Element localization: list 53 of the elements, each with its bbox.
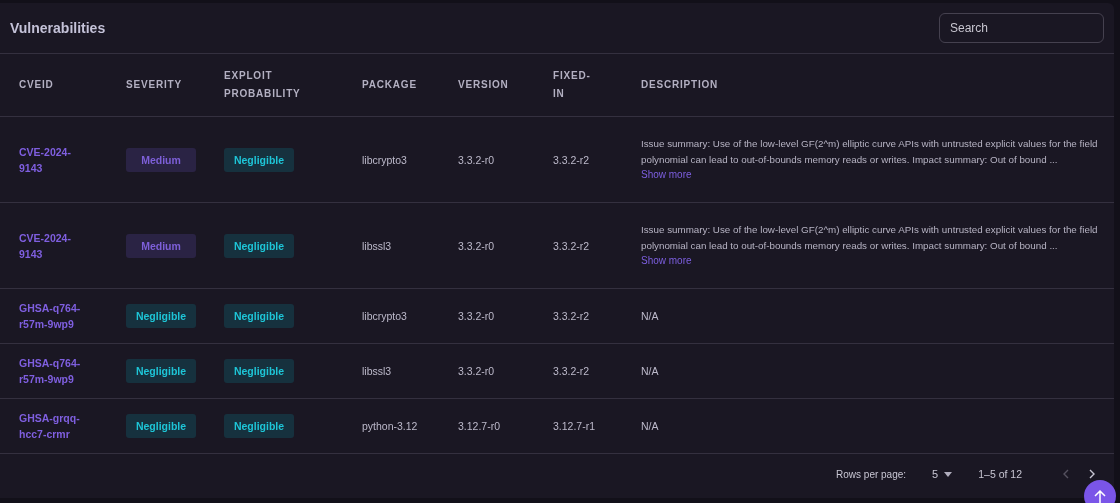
column-header: DESCRIPTION <box>641 78 719 92</box>
rows-per-page-select[interactable]: 5 <box>932 468 953 480</box>
table-cell: python-3.12 <box>362 420 418 432</box>
probability-badge: Negligible <box>224 359 294 383</box>
table-cell: 3.3.2-r0 <box>458 239 495 252</box>
table-cell: 3.12.7-r0 <box>458 420 501 432</box>
table-cell: libcrypto3 <box>362 310 407 322</box>
column-header: EXPLOIT PROBABILITY <box>224 69 302 101</box>
rows-per-page-label: Rows per page: <box>836 468 907 480</box>
severity-badge: Negligible <box>126 414 196 438</box>
show-more-link[interactable]: Show more <box>641 167 692 183</box>
cve-link[interactable]: GHSA-q764-r57m-9wp9 <box>19 300 94 332</box>
severity-badge: Negligible <box>126 304 196 328</box>
probability-badge: Negligible <box>224 304 294 328</box>
table-cell: 3.3.2-r2 <box>553 239 590 252</box>
severity-badge: Medium <box>126 147 196 172</box>
severity-badge: Negligible <box>126 359 196 383</box>
cve-link[interactable]: GHSA-q764-r57m-9wp9 <box>19 355 94 387</box>
table-cell: libssl3 <box>362 239 392 252</box>
description-text: Issue summary: Use of the low-level GF(2^m) elliptic curve APIs with untrusted explicit values for the field polynomial can lead to out-of-bounds memory reads or writes. Impact summary: Out of bound ... <box>641 223 1099 253</box>
table-cell: 3.3.2-r0 <box>458 310 495 322</box>
probability-badge: Negligible <box>224 233 294 258</box>
table-cell: 3.3.2-r0 <box>458 153 495 166</box>
next-page-icon[interactable] <box>1088 469 1096 479</box>
probability-badge: Negligible <box>224 147 294 172</box>
page-range: 1–5 of 12 <box>978 468 1022 480</box>
scroll-top-button[interactable] <box>1084 480 1116 503</box>
cve-link[interactable]: GHSA-grqq-hcc7-crmr <box>19 410 94 442</box>
arrow-up-icon <box>1094 489 1106 503</box>
show-more-link[interactable]: Show more <box>641 253 692 269</box>
description-text: Issue summary: Use of the low-level GF(2^m) elliptic curve APIs with untrusted explicit values for the field polynomial can lead to out-of-bounds memory reads or writes. Impact summary: Out of bound ... <box>641 137 1099 167</box>
dropdown-caret-icon <box>944 471 953 477</box>
severity-badge: Medium <box>126 233 196 258</box>
column-header: CVEID <box>19 78 54 92</box>
table-cell: N/A <box>641 420 659 432</box>
cve-link[interactable]: CVE-2024-9143 <box>19 229 94 262</box>
column-header: VERSION <box>458 78 509 92</box>
table-cell: 3.3.2-r2 <box>553 153 590 166</box>
table-cell: 3.3.2-r2 <box>553 310 590 322</box>
column-header: FIXED-IN <box>553 69 592 101</box>
table-cell: libssl3 <box>362 365 392 377</box>
table-cell: 3.3.2-r2 <box>553 365 590 377</box>
cve-link[interactable]: CVE-2024-9143 <box>19 143 94 176</box>
probability-badge: Negligible <box>224 414 294 438</box>
table-cell: N/A <box>641 310 659 322</box>
column-header: SEVERITY <box>126 78 182 92</box>
search-field[interactable]: Search <box>939 13 1104 43</box>
table-cell: N/A <box>641 365 659 377</box>
page-title: Vulnerabilities <box>10 20 106 36</box>
table-cell: 3.12.7-r1 <box>553 420 596 432</box>
table-cell: 3.3.2-r0 <box>458 365 495 377</box>
column-header: PACKAGE <box>362 78 417 92</box>
table-cell: libcrypto3 <box>362 153 407 166</box>
